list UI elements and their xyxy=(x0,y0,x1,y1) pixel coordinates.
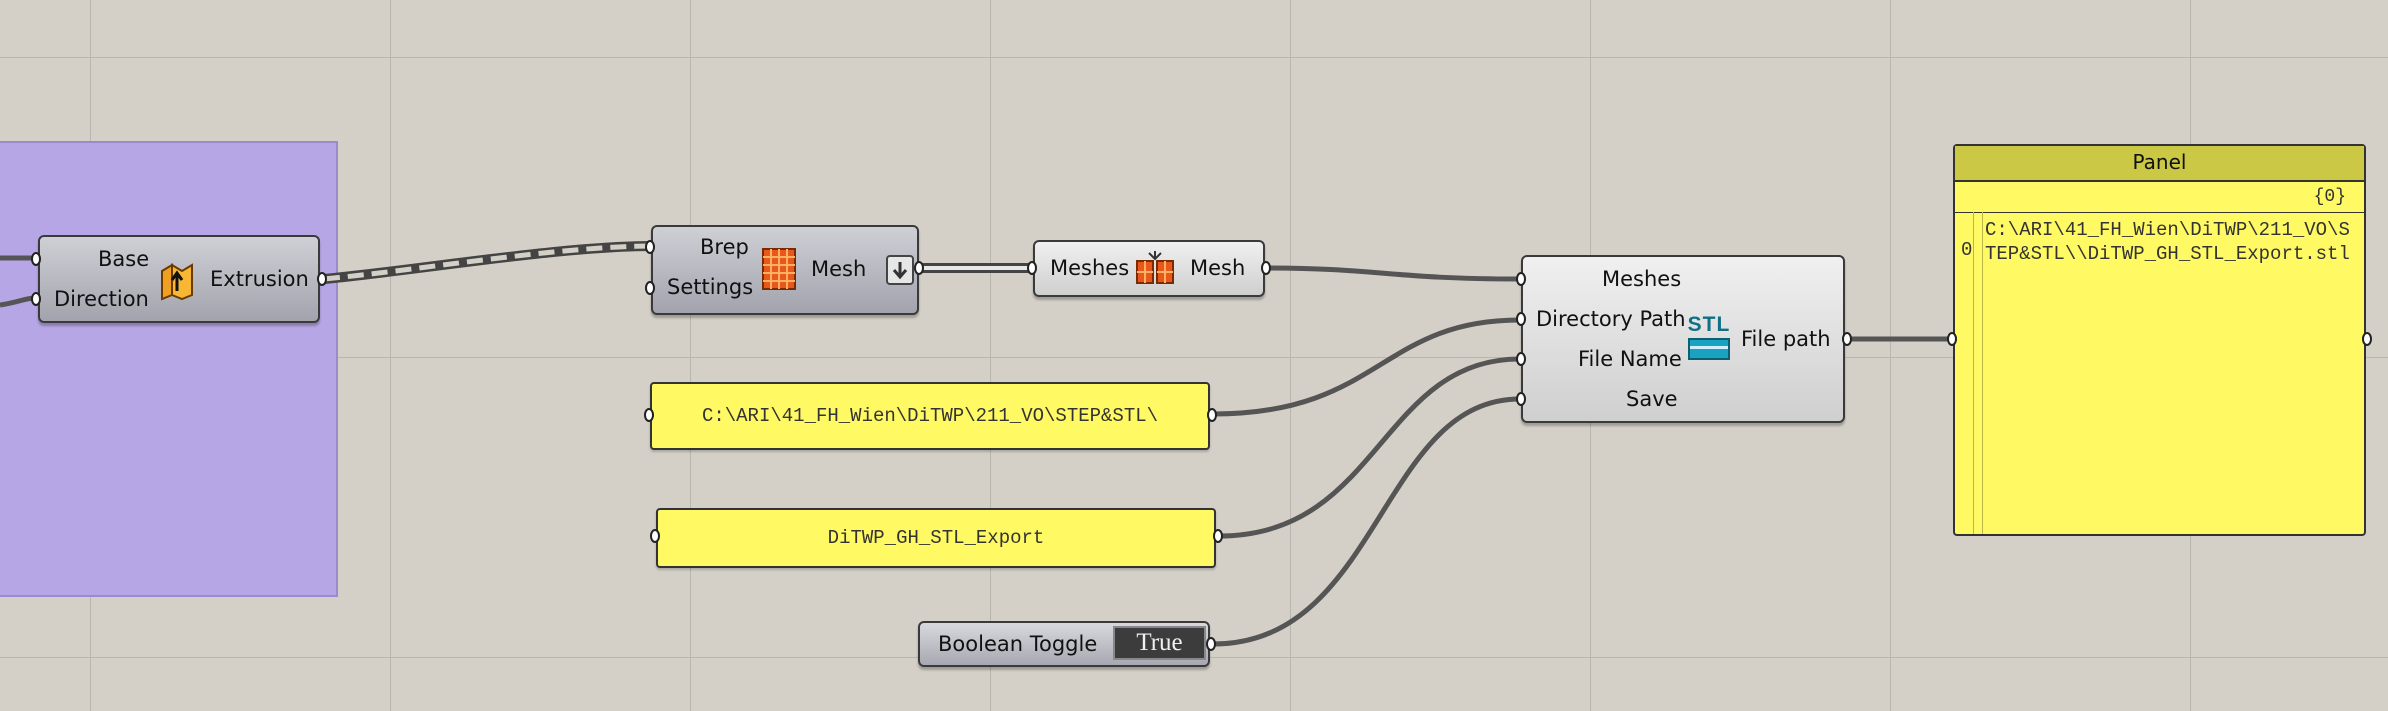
port-toggle-out[interactable] xyxy=(1206,637,1216,651)
input-directory-path-label: Directory Path xyxy=(1536,307,1686,331)
panel-gutter-2 xyxy=(1982,212,1983,534)
input-meshes-stl-label: Meshes xyxy=(1602,267,1682,291)
port-stl-filename[interactable] xyxy=(1516,352,1526,366)
port-filename-out[interactable] xyxy=(1213,529,1223,543)
boolean-toggle-label: Boolean Toggle xyxy=(938,632,1098,656)
download-icon[interactable] xyxy=(886,255,914,285)
extrusion-component[interactable]: Base Direction Extrusion xyxy=(38,235,320,323)
port-extrusion-out[interactable] xyxy=(317,272,327,286)
port-stl-save[interactable] xyxy=(1516,392,1526,406)
output-extrusion-label: Extrusion xyxy=(210,267,309,291)
port-stl-meshes[interactable] xyxy=(1516,272,1526,286)
port-stl-filepath-out[interactable] xyxy=(1842,332,1852,346)
port-stl-directory[interactable] xyxy=(1516,312,1526,326)
directory-panel[interactable]: C:\ARI\41_FH_Wien\DiTWP\211_VO\STEP&STL\ xyxy=(650,382,1210,450)
wire-mesh-stl xyxy=(1264,265,1521,282)
output-panel-text[interactable]: C:\ARI\41_FH_Wien\DiTWP\211_VO\STEP&STL\… xyxy=(1985,218,2355,266)
output-panel-index: 0 xyxy=(1961,239,1973,261)
port-base[interactable] xyxy=(31,252,41,266)
input-file-name-label: File Name xyxy=(1578,347,1682,371)
port-brep[interactable] xyxy=(645,240,655,254)
filename-text[interactable]: DiTWP_GH_STL_Export xyxy=(828,527,1045,549)
port-panel-out[interactable] xyxy=(2362,332,2372,346)
port-direction[interactable] xyxy=(31,292,41,306)
panel-gutter xyxy=(1973,212,1974,534)
output-panel-path: {0} xyxy=(1955,182,2364,213)
port-settings[interactable] xyxy=(645,281,655,295)
toggle-value-button[interactable]: True xyxy=(1113,626,1206,660)
port-panel-in[interactable] xyxy=(1947,332,1957,346)
port-filename-in[interactable] xyxy=(650,529,660,543)
output-mesh-join-label: Mesh xyxy=(1190,256,1246,280)
mesh-join-icon xyxy=(1136,251,1174,284)
wire-filename xyxy=(1218,356,1521,539)
mesh-join-component[interactable]: Meshes Mesh xyxy=(1033,240,1265,297)
port-directory-out[interactable] xyxy=(1207,408,1217,422)
output-panel[interactable]: Panel {0} 0 C:\ARI\41_FH_Wien\DiTWP\211_… xyxy=(1953,144,2366,536)
output-panel-title: Panel xyxy=(1955,146,2364,182)
output-mesh-label: Mesh xyxy=(811,257,867,281)
output-file-path-label: File path xyxy=(1741,327,1831,351)
wire-toggle xyxy=(1212,396,1521,647)
input-save-label: Save xyxy=(1626,387,1678,411)
input-meshes-label: Meshes xyxy=(1050,256,1130,280)
stl-icon: STL xyxy=(1686,314,1732,364)
filename-panel[interactable]: DiTWP_GH_STL_Export xyxy=(656,508,1216,568)
directory-text[interactable]: C:\ARI\41_FH_Wien\DiTWP\211_VO\STEP&STL\ xyxy=(702,405,1158,427)
extrusion-icon xyxy=(161,263,193,301)
port-directory-in[interactable] xyxy=(644,408,654,422)
input-direction-label: Direction xyxy=(54,287,149,311)
mesh-brep-icon xyxy=(762,248,796,290)
port-meshes-in[interactable] xyxy=(1027,261,1037,275)
mesh-brep-component[interactable]: Brep Settings Mesh xyxy=(651,225,919,315)
input-base-label: Base xyxy=(98,247,150,271)
input-settings-label: Settings xyxy=(667,275,754,299)
stl-export-component[interactable]: Meshes Directory Path File Name Save STL… xyxy=(1521,255,1845,423)
port-mesh-join-out[interactable] xyxy=(1261,261,1271,275)
port-mesh-out[interactable] xyxy=(914,261,924,275)
input-brep-label: Brep xyxy=(700,235,749,259)
